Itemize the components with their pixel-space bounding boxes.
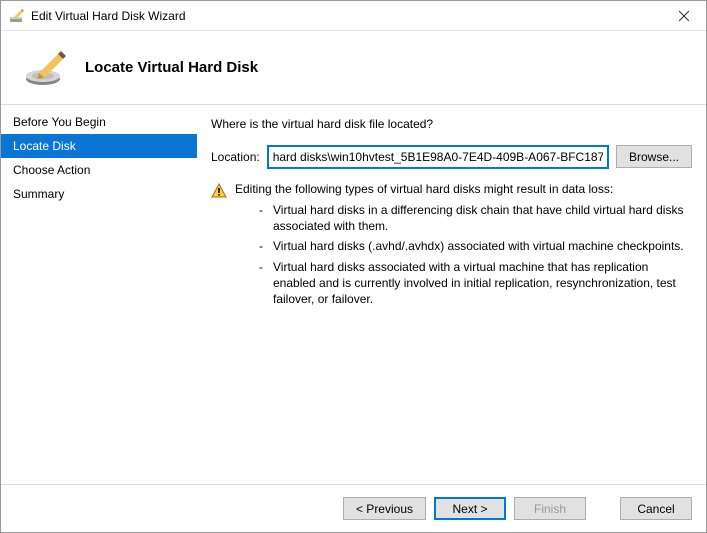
browse-button[interactable]: Browse... [616, 145, 692, 168]
wizard-steps-sidebar: Before You Begin Locate Disk Choose Acti… [1, 105, 197, 484]
step-before-you-begin[interactable]: Before You Begin [1, 110, 197, 134]
previous-button[interactable]: < Previous [343, 497, 426, 520]
wizard-main-panel: Where is the virtual hard disk file loca… [197, 105, 706, 484]
close-button[interactable] [662, 1, 706, 31]
titlebar: Edit Virtual Hard Disk Wizard [1, 1, 706, 31]
location-prompt: Where is the virtual hard disk file loca… [211, 117, 692, 131]
step-summary[interactable]: Summary [1, 182, 197, 206]
close-icon [679, 11, 689, 21]
page-title: Locate Virtual Hard Disk [85, 59, 258, 76]
step-locate-disk[interactable]: Locate Disk [1, 134, 197, 158]
warning-item: Virtual hard disks associated with a vir… [259, 257, 692, 310]
warning-item: Virtual hard disks (.avhd/.avhdx) associ… [259, 236, 692, 256]
location-input[interactable] [268, 146, 608, 168]
warning-list: Virtual hard disks in a differencing dis… [259, 200, 692, 309]
wizard-footer: < Previous Next > Finish Cancel [1, 484, 706, 532]
next-button[interactable]: Next > [434, 497, 506, 520]
wizard-body: Before You Begin Locate Disk Choose Acti… [1, 104, 706, 484]
warning-icon [211, 183, 227, 199]
window-title: Edit Virtual Hard Disk Wizard [31, 9, 662, 23]
warning-block: Editing the following types of virtual h… [211, 182, 692, 309]
wizard-header: Locate Virtual Hard Disk [1, 31, 706, 104]
pencil-disk-icon [9, 8, 25, 24]
location-label: Location: [211, 150, 260, 164]
cancel-button[interactable]: Cancel [620, 497, 692, 520]
location-row: Location: Browse... [211, 145, 692, 168]
warning-lead-text: Editing the following types of virtual h… [235, 182, 692, 196]
finish-button: Finish [514, 497, 586, 520]
pencil-disk-large-icon [25, 49, 67, 87]
warning-item: Virtual hard disks in a differencing dis… [259, 200, 692, 236]
step-choose-action[interactable]: Choose Action [1, 158, 197, 182]
